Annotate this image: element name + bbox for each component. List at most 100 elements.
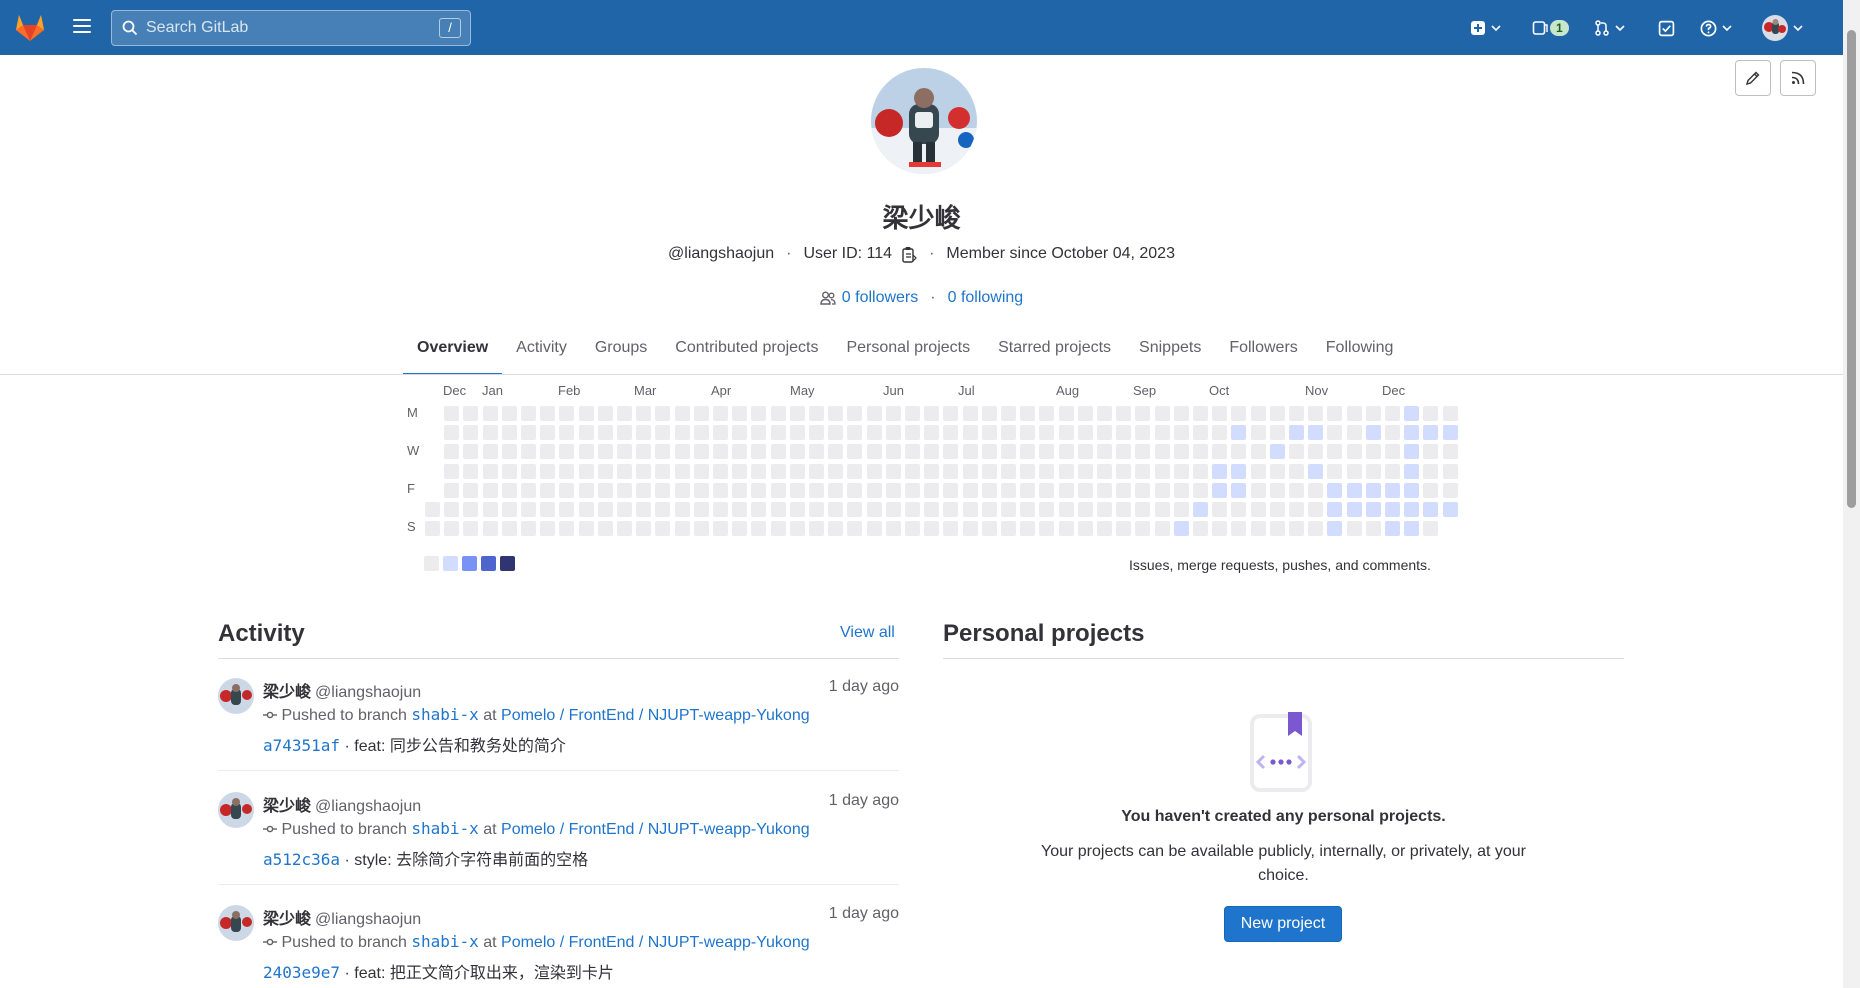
contribution-day-cell[interactable] [1097,406,1112,421]
contribution-day-cell[interactable] [981,521,997,537]
event-branch-link[interactable]: shabi-x [411,819,478,838]
contribution-day-cell[interactable] [847,444,863,460]
contribution-day-cell[interactable] [444,444,460,460]
contribution-day-cell[interactable] [1289,502,1304,517]
event-branch-link[interactable]: shabi-x [411,705,478,724]
contribution-day-cell[interactable] [578,502,594,517]
contribution-day-cell[interactable] [636,425,652,441]
contribution-day-cell[interactable] [1289,444,1304,460]
contribution-day-cell[interactable] [1327,425,1343,441]
contribution-day-cell[interactable] [924,406,940,421]
contribution-day-cell[interactable] [540,482,556,498]
contribution-day-cell[interactable] [501,463,517,479]
contribution-day-cell[interactable] [885,482,901,498]
contribution-day-cell[interactable] [655,521,671,537]
contribution-day-cell[interactable] [444,521,460,537]
contribution-day-cell[interactable] [617,425,632,441]
contribution-day-cell[interactable] [521,482,536,498]
contribution-day-cell[interactable] [674,502,690,517]
contribution-day-cell[interactable] [1135,463,1151,479]
contribution-day-cell[interactable] [1423,406,1439,421]
contribution-day-cell[interactable] [1135,406,1151,421]
contribution-day-cell[interactable] [770,521,786,537]
contribution-day-cell[interactable] [674,482,690,498]
contribution-day-cell[interactable] [1308,406,1324,421]
contribution-day-cell[interactable] [1212,521,1228,537]
contribution-day-cell[interactable] [1154,425,1170,441]
contribution-day-cell[interactable] [559,502,575,517]
contribution-day-cell[interactable] [540,502,556,517]
contribution-day-cell[interactable] [924,463,940,479]
contribution-day-cell[interactable] [1154,463,1170,479]
contribution-day-cell[interactable] [1116,444,1132,460]
contribution-day-cell[interactable] [713,425,728,441]
contribution-day-cell[interactable] [578,406,594,421]
contribution-day-cell[interactable] [789,502,805,517]
contribution-day-cell[interactable] [847,463,863,479]
contribution-day-cell[interactable] [1289,521,1304,537]
contribution-day-cell[interactable] [732,502,748,517]
contribution-day-cell[interactable] [463,406,479,421]
contribution-day-cell[interactable] [1385,521,1400,537]
contribution-day-cell[interactable] [1097,482,1112,498]
contribution-day-cell[interactable] [1193,463,1208,479]
new-project-button[interactable]: New project [1224,906,1342,942]
contribution-day-cell[interactable] [559,521,575,537]
contribution-day-cell[interactable] [636,406,652,421]
contribution-day-cell[interactable] [463,502,479,517]
tab-snippets[interactable]: Snippets [1125,330,1215,375]
contribution-day-cell[interactable] [540,406,556,421]
contribution-day-cell[interactable] [1442,482,1458,498]
contribution-day-cell[interactable] [521,463,536,479]
gitlab-logo-icon[interactable] [14,12,46,42]
contribution-day-cell[interactable] [1231,502,1247,517]
contribution-day-cell[interactable] [1308,444,1324,460]
contribution-day-cell[interactable] [1116,463,1132,479]
contribution-day-cell[interactable] [1231,444,1247,460]
contribution-day-cell[interactable] [597,463,613,479]
contribution-day-cell[interactable] [655,502,671,517]
contribution-day-cell[interactable] [847,521,863,537]
contribution-day-cell[interactable] [981,406,997,421]
tab-overview[interactable]: Overview [403,330,503,375]
contribution-day-cell[interactable] [559,406,575,421]
contribution-day-cell[interactable] [1346,521,1362,537]
event-author-name[interactable]: 梁少峻 [263,911,311,928]
contribution-day-cell[interactable] [751,425,767,441]
contribution-day-cell[interactable] [828,502,844,517]
contribution-day-cell[interactable] [1135,502,1151,517]
contribution-day-cell[interactable] [713,463,728,479]
contribution-day-cell[interactable] [962,521,978,537]
contribution-day-cell[interactable] [962,406,978,421]
contribution-day-cell[interactable] [1365,444,1381,460]
contribution-day-cell[interactable] [885,425,901,441]
tab-personal-projects[interactable]: Personal projects [832,330,984,375]
contribution-day-cell[interactable] [962,502,978,517]
contribution-day-cell[interactable] [1365,482,1381,498]
contribution-day-cell[interactable] [1058,444,1074,460]
contribution-day-cell[interactable] [1097,463,1112,479]
contribution-day-cell[interactable] [674,444,690,460]
contribution-day-cell[interactable] [1173,463,1189,479]
contribution-day-cell[interactable] [1423,463,1439,479]
contribution-day-cell[interactable] [981,482,997,498]
contribution-day-cell[interactable] [1327,444,1343,460]
contribution-day-cell[interactable] [924,482,940,498]
contribution-day-cell[interactable] [866,463,882,479]
contribution-day-cell[interactable] [981,425,997,441]
contribution-day-cell[interactable] [482,444,498,460]
contribution-day-cell[interactable] [617,502,632,517]
contribution-day-cell[interactable] [1020,521,1036,537]
contribution-day-cell[interactable] [828,425,844,441]
contribution-day-cell[interactable] [943,521,959,537]
contribution-day-cell[interactable] [905,521,920,537]
contribution-day-cell[interactable] [1193,425,1208,441]
contribution-day-cell[interactable] [1212,463,1228,479]
contribution-day-cell[interactable] [540,521,556,537]
copy-user-id-button[interactable] [902,246,917,263]
contribution-day-cell[interactable] [1135,444,1151,460]
contribution-day-cell[interactable] [617,463,632,479]
contribution-day-cell[interactable] [578,482,594,498]
contribution-day-cell[interactable] [1404,444,1420,460]
contribution-day-cell[interactable] [1442,463,1458,479]
